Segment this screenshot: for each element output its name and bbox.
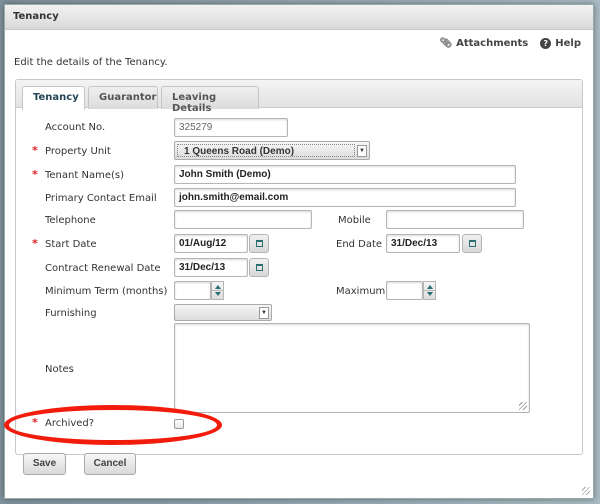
minimum-term-label: Minimum Term (months) (45, 286, 168, 297)
tab-guarantor[interactable]: Guarantor (88, 86, 158, 109)
paperclip-icon: 📎︎ (439, 38, 453, 49)
required-marker: * (32, 168, 38, 181)
maximum-spinner[interactable] (423, 281, 436, 300)
dialog-resize-grip-icon[interactable] (582, 487, 590, 495)
start-date-label: Start Date (45, 239, 97, 250)
tab-leaving-details[interactable]: Leaving Details (161, 86, 259, 114)
dialog-links: 📎︎ Attachments ? Help (439, 38, 581, 49)
primary-email-label: Primary Contact Email (45, 193, 157, 204)
furnishing-select[interactable]: ▼ (174, 304, 272, 321)
notes-textarea[interactable] (174, 323, 530, 413)
help-label: Help (555, 38, 581, 49)
dropdown-arrow-icon: ▼ (259, 307, 269, 319)
required-marker: * (32, 237, 38, 250)
tab-tenancy[interactable]: Tenancy (22, 86, 85, 110)
attachments-label: Attachments (456, 38, 529, 49)
dialog-description: Edit the details of the Tenancy. (14, 57, 168, 68)
primary-email-field[interactable]: john.smith@email.com (174, 188, 516, 207)
start-date-picker-button[interactable] (249, 234, 269, 253)
tenancy-dialog: Tenancy 📎︎ Attachments ? Help Edit the d… (4, 4, 594, 499)
arrow-up-icon[interactable] (215, 285, 221, 289)
required-marker: * (32, 144, 38, 157)
maximum-label: Maximum (336, 286, 386, 297)
furnishing-label: Furnishing (45, 308, 97, 319)
contract-renewal-label: Contract Renewal Date (45, 263, 161, 274)
end-date-field[interactable]: 31/Dec/13 (386, 234, 460, 253)
notes-label: Notes (45, 364, 74, 375)
save-button[interactable]: Save (23, 453, 66, 475)
archived-label: Archived? (45, 418, 95, 429)
property-unit-select[interactable]: 1 Queens Road (Demo) ▼ (174, 141, 370, 160)
contract-renewal-field[interactable]: 31/Dec/13 (174, 258, 248, 277)
end-date-picker-button[interactable] (462, 234, 482, 253)
end-date-label: End Date (336, 239, 383, 250)
account-no-label: Account No. (45, 122, 106, 133)
help-icon: ? (540, 38, 552, 49)
arrow-up-icon[interactable] (427, 285, 433, 289)
arrow-down-icon[interactable] (215, 292, 221, 296)
calendar-icon (469, 240, 476, 247)
resize-grip-icon[interactable] (519, 402, 527, 410)
calendar-icon (256, 264, 263, 271)
start-date-field[interactable]: 01/Aug/12 (174, 234, 248, 253)
archived-checkbox[interactable] (174, 419, 184, 429)
calendar-icon (256, 240, 263, 247)
mobile-field[interactable] (386, 210, 524, 229)
minimum-term-spinner[interactable] (211, 281, 224, 300)
mobile-label: Mobile (338, 215, 371, 226)
attachments-link[interactable]: 📎︎ Attachments (439, 38, 528, 49)
contract-renewal-picker-button[interactable] (249, 258, 269, 277)
property-unit-value: 1 Queens Road (Demo) (177, 144, 355, 157)
maximum-field[interactable] (386, 281, 423, 300)
tab-bar: Tenancy Guarantor Leaving Details (16, 80, 582, 114)
arrow-down-icon[interactable] (427, 292, 433, 296)
cancel-button[interactable]: Cancel (84, 453, 136, 475)
dialog-title: Tenancy (5, 5, 593, 30)
account-no-field[interactable]: 325279 (174, 118, 288, 137)
property-unit-label: Property Unit (45, 146, 111, 157)
required-marker: * (32, 416, 38, 429)
tenant-names-label: Tenant Name(s) (45, 170, 124, 181)
telephone-field[interactable] (174, 210, 312, 229)
tenant-names-field[interactable]: John Smith (Demo) (174, 165, 516, 184)
dropdown-arrow-icon: ▼ (357, 145, 367, 157)
telephone-label: Telephone (45, 215, 96, 226)
minimum-term-field[interactable] (174, 281, 211, 300)
help-link[interactable]: ? Help (540, 38, 581, 49)
